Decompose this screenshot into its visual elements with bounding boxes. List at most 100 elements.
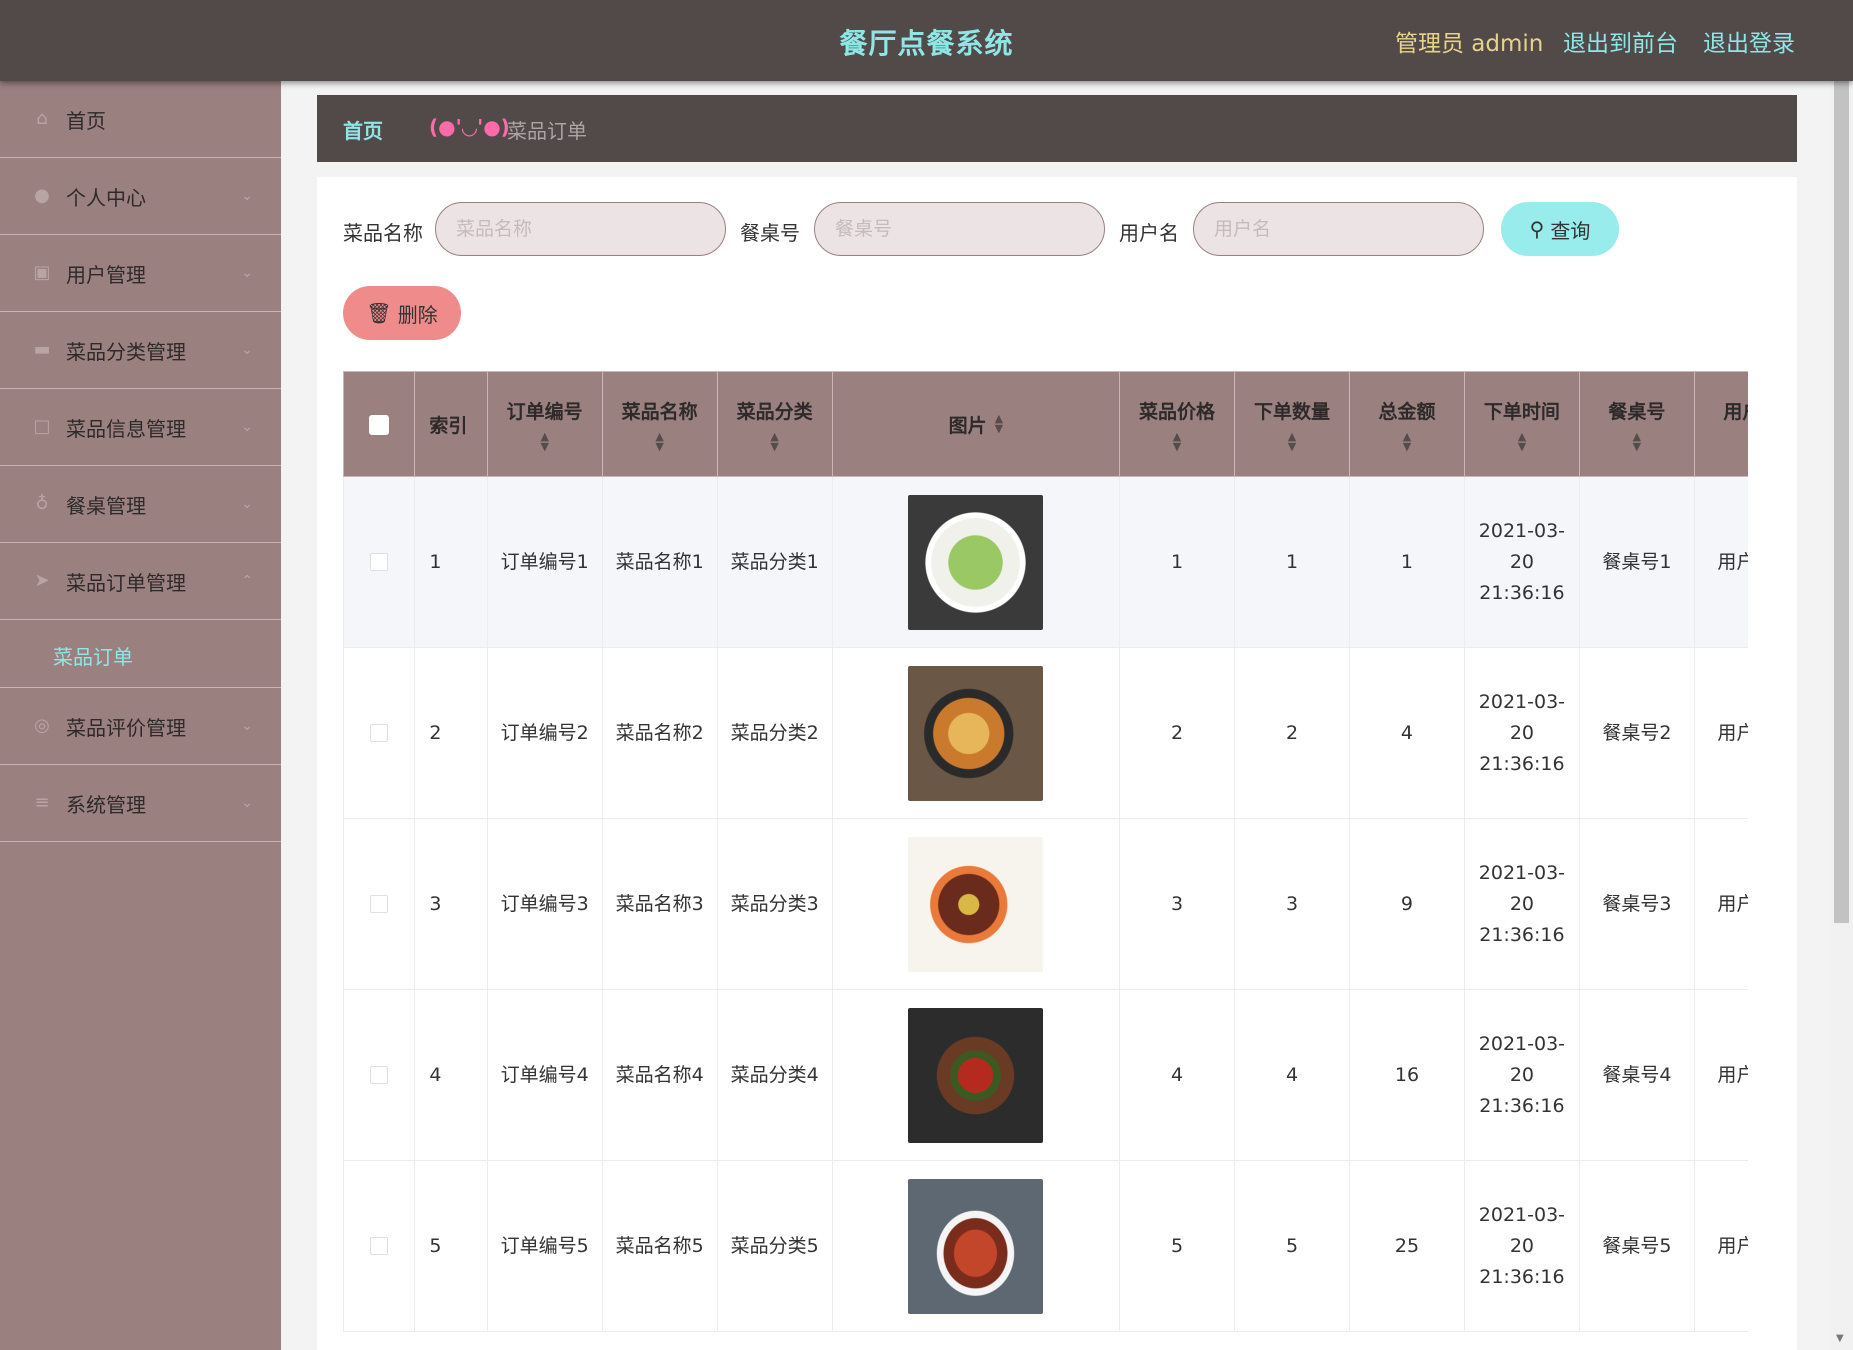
row-select-cell[interactable] [343,476,416,648]
cell-quantity: 3 [1234,818,1350,990]
briefcase-icon: ▬ [33,339,51,360]
table-row: 2 订单编号2 菜品名称2 菜品分类2 2 2 4 2021-03-20 21:… [343,647,1748,819]
exit-to-front-link[interactable]: 退出到前台 [1563,24,1678,58]
chevron-down-icon: ⌄ [241,342,253,358]
dish-name-filter-label: 菜品名称 [343,221,423,245]
cell-image [831,818,1121,990]
sidebar-item-table-management[interactable]: ♁ 餐桌管理 ⌄ [0,466,281,543]
table-row: 3 订单编号3 菜品名称3 菜品分类3 3 3 9 2021-03-20 21:… [343,818,1748,990]
column-header-category[interactable]: 菜品分类 ▲ ▼ [716,371,833,477]
column-header-image[interactable]: 图片 ▲ ▼ [831,371,1121,477]
sidebar-item-personal-center[interactable]: ● 个人中心 ⌄ [0,158,281,235]
sidebar-item-label: 菜品信息管理 [66,416,186,441]
column-header-order-time[interactable]: 下单时间 ▲ ▼ [1463,371,1580,477]
home-icon: ⌂ [36,108,48,129]
chevron-down-icon: ⌄ [241,718,253,734]
cell-username: 用户名5 [1693,1160,1748,1332]
column-header-label: 菜品分类 [736,400,813,423]
sort-icon[interactable]: ▲▼ [1285,431,1299,452]
sidebar-item-order-management[interactable]: ➤ 菜品订单管理 ⌃ [0,543,281,620]
column-header-label: 总金额 [1378,400,1436,423]
row-select-cell[interactable] [343,989,416,1161]
column-header-price[interactable]: 菜品价格 ▲ ▼ [1119,371,1235,477]
query-button[interactable]: ⚲ 查询 [1501,202,1619,256]
dish-name-input[interactable] [435,202,726,256]
sidebar-item-dish-category[interactable]: ▬ 菜品分类管理 ⌄ [0,312,281,389]
dish-image[interactable] [908,1178,1044,1314]
cell-dish-name: 菜品名称3 [601,818,718,990]
table-no-filter-label: 餐桌号 [740,221,800,245]
cell-total: 16 [1348,989,1465,1161]
row-checkbox[interactable] [370,724,389,742]
column-header-label: 菜品名称 [621,400,698,423]
sort-icon[interactable]: ▲▼ [995,413,1003,434]
username-input[interactable] [1193,202,1484,256]
sidebar-item-review-management[interactable]: ◎ 菜品评价管理 ⌄ [0,688,281,765]
column-header-dish-name[interactable]: 菜品名称 ▲ ▼ [601,371,718,477]
cell-table-no: 餐桌号2 [1578,647,1695,819]
sidebar-item-label: 菜品分类管理 [66,339,186,364]
column-header-index: 索引 [414,371,488,477]
sidebar-item-dish-info[interactable]: □ 菜品信息管理 ⌄ [0,389,281,466]
column-header-label: 订单编号 [506,400,583,423]
sort-icon[interactable]: ▲▼ [1630,431,1644,452]
dish-image[interactable] [908,665,1044,801]
sidebar-item-user-management[interactable]: ▣ 用户管理 ⌄ [0,235,281,312]
cell-username: 用户名2 [1693,647,1748,819]
column-header-username[interactable]: 用户名 ▲▼ [1693,371,1749,477]
sidebar: ⌂ 首页 ● 个人中心 ⌄ ▣ 用户管理 ⌄ ▬ 菜品分类管理 ⌄ □ 菜品信息… [0,81,281,1350]
cell-index: 4 [414,989,488,1161]
column-header-table-no[interactable]: 餐桌号 ▲ ▼ [1578,371,1695,477]
sort-icon[interactable]: ▲▼ [538,431,552,452]
breadcrumb-home[interactable]: 首页 [343,115,383,144]
column-header-quantity[interactable]: 下单数量 ▲ ▼ [1234,371,1350,477]
table-row: 1 订单编号1 菜品名称1 菜品分类1 1 1 1 2021-03-20 21:… [343,476,1748,648]
sort-icon[interactable]: ▲▼ [1515,431,1529,452]
sidebar-subitem-label: 菜品订单 [53,645,133,669]
delete-button[interactable]: 🗑 删除 [343,286,461,340]
sort-icon[interactable]: ▲▼ [768,431,782,452]
cell-price: 3 [1119,818,1235,990]
table-header-row: 索引 订单编号 ▲ ▼ 菜品名称 ▲ ▼ 菜品分类 ▲ ▼ 图片 ▲ ▼ 菜品价格 ▲ ▼ 下单数量… [343,371,1749,477]
select-all-checkbox[interactable] [369,414,390,435]
cell-index: 1 [414,476,488,648]
sidebar-item-label: 菜品评价管理 [66,715,186,740]
sidebar-subitem-dish-orders[interactable]: 菜品订单 [0,620,281,688]
sort-icon[interactable]: ▲▼ [1745,431,1749,452]
cell-table-no: 餐桌号4 [1578,989,1695,1161]
cell-order-time: 2021-03-20 21:36:16 [1463,1160,1580,1332]
chevron-down-icon: ⌄ [241,265,253,281]
sort-icon[interactable]: ▲▼ [653,431,667,452]
chevron-down-icon: ⌄ [241,795,253,811]
select-all-header[interactable] [343,371,416,477]
scroll-down-arrow-icon[interactable]: ▼ [1836,1333,1844,1344]
sort-icon[interactable]: ▲▼ [1170,431,1184,452]
cell-total: 4 [1348,647,1465,819]
row-checkbox[interactable] [370,895,389,913]
row-checkbox[interactable] [370,1066,389,1084]
search-icon: ⚲ [1529,218,1545,241]
cell-quantity: 2 [1234,647,1350,819]
microphone-icon: ♁ [35,493,49,514]
page-scrollbar[interactable]: ▼ [1830,81,1853,1350]
breadcrumb-separator: (●'◡'●) [429,115,510,139]
sidebar-item-home[interactable]: ⌂ 首页 [0,81,281,158]
logout-link[interactable]: 退出登录 [1703,24,1795,58]
row-select-cell[interactable] [343,818,416,990]
row-checkbox[interactable] [370,553,389,571]
row-checkbox[interactable] [370,1237,389,1255]
cell-total: 1 [1348,476,1465,648]
dish-image[interactable] [908,1007,1044,1143]
row-select-cell[interactable] [343,1160,416,1332]
column-header-total[interactable]: 总金额 ▲ ▼ [1348,371,1465,477]
dish-image[interactable] [908,836,1044,972]
row-select-cell[interactable] [343,647,416,819]
table-no-input[interactable] [814,202,1105,256]
cell-total: 9 [1348,818,1465,990]
column-header-order-no[interactable]: 订单编号 ▲ ▼ [486,371,603,477]
dish-image[interactable] [908,494,1044,630]
scrollbar-thumb[interactable] [1834,81,1849,923]
sidebar-item-system-management[interactable]: ≡ 系统管理 ⌄ [0,765,281,842]
send-icon: ➤ [34,570,50,591]
sort-icon[interactable]: ▲▼ [1400,431,1414,452]
